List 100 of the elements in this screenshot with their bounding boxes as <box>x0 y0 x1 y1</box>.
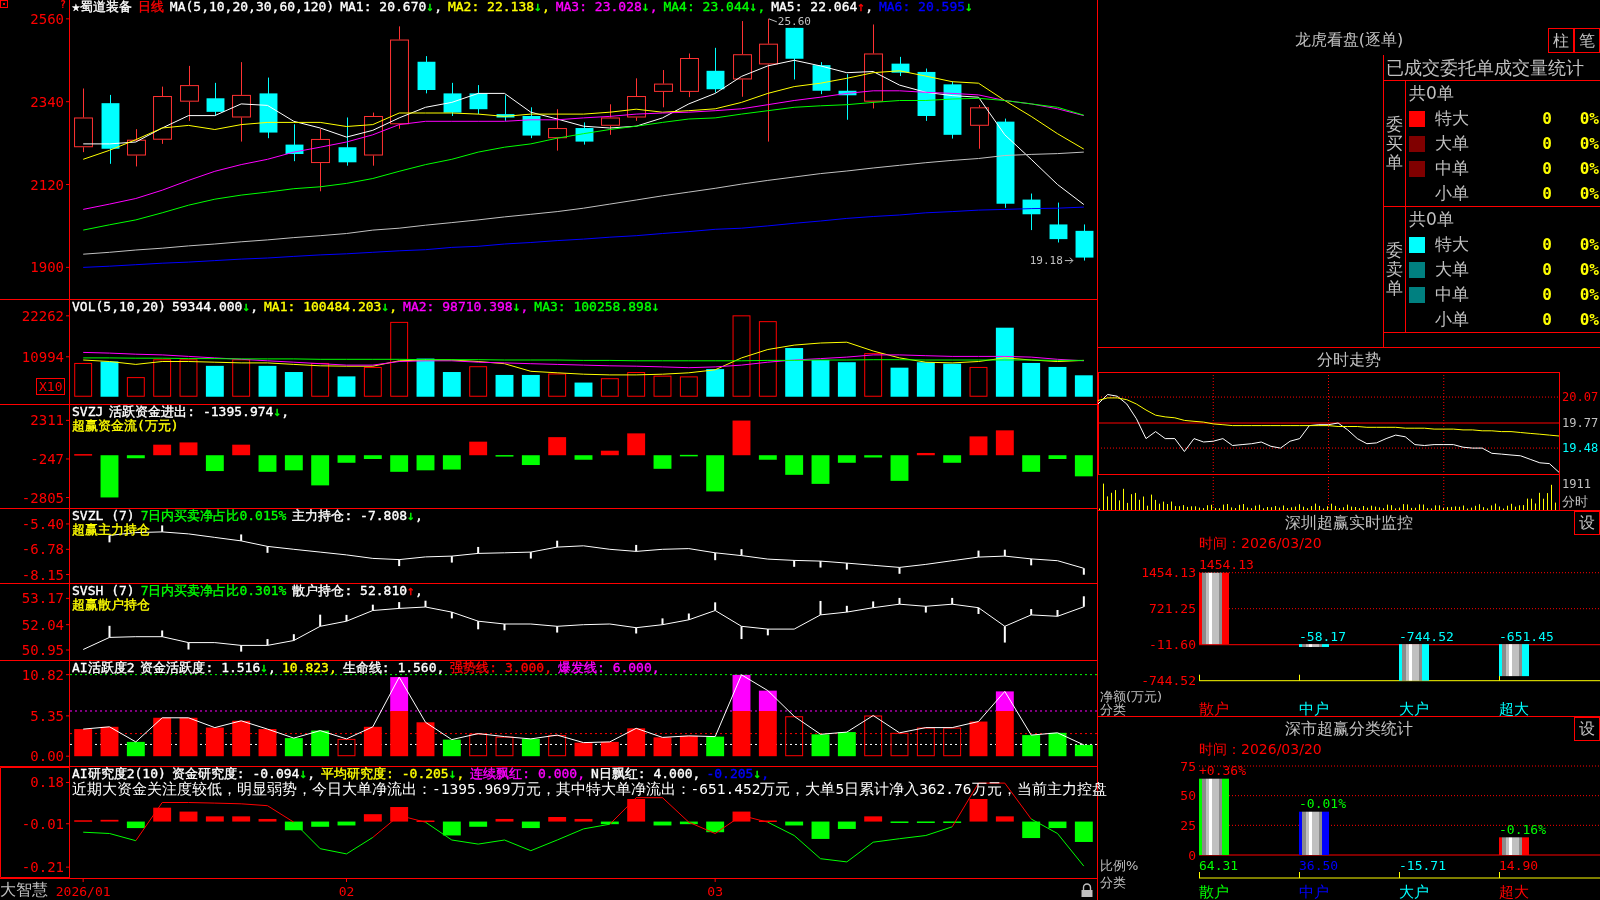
indicator-bar <box>732 811 751 822</box>
indicator-bar <box>785 455 804 475</box>
table-title: 已成交委托单成交量统计 <box>1386 57 1584 78</box>
axis-tick-label: 0.18 <box>30 774 64 791</box>
indicator-bar <box>732 420 751 456</box>
count-value: 0 <box>1542 260 1552 279</box>
indicator-bar <box>521 455 540 466</box>
legend-label: AI活跃度2 <box>72 661 135 675</box>
chart-bar <box>1399 644 1429 681</box>
category-label: 大户 <box>1399 883 1429 900</box>
total-label: 共0单 <box>1409 82 1454 105</box>
error-bar <box>187 642 190 650</box>
indicator-bar <box>363 814 382 822</box>
axis-tick-label: 50 <box>1180 788 1196 804</box>
indicator-bar <box>100 819 119 822</box>
percent-value: 0% <box>1579 235 1599 254</box>
indicator-bar <box>679 821 698 825</box>
indicator-bar <box>126 455 145 459</box>
view-mode-button[interactable]: 柱 <box>1548 28 1574 53</box>
indicator-bar <box>837 455 856 463</box>
indicator-bar <box>442 821 461 836</box>
error-bar <box>398 559 401 567</box>
error-bar <box>924 606 927 613</box>
indicator-bar <box>864 455 883 458</box>
legend-label: -0.205↓, <box>706 767 770 781</box>
axis-title: 净额(万元) <box>1100 688 1163 704</box>
legend-label: 超赢散户持仓 <box>72 598 150 612</box>
indicator-bar <box>548 817 567 822</box>
candlestick <box>627 77 646 122</box>
error-bar <box>845 605 848 613</box>
timestamp-label: 时间：2026/03/20 <box>1199 534 1322 553</box>
candlestick <box>101 94 120 165</box>
axis-tick-label: -8.15 <box>21 566 64 583</box>
percent-value: 0% <box>1579 134 1599 153</box>
error-bar <box>714 602 717 611</box>
indicator-bar <box>1074 821 1093 842</box>
axis-tick-label: -744.52 <box>1141 673 1196 689</box>
indicator-bar <box>600 821 619 825</box>
error-bar <box>292 634 295 641</box>
view-mode-button[interactable]: 笔 <box>1574 28 1600 53</box>
axis-tick-label: -247 <box>30 450 64 467</box>
legend-label: MA2: 22.138↓, <box>447 0 550 14</box>
error-bar <box>1003 549 1006 557</box>
value-label: 1454.13 <box>1199 557 1254 573</box>
count-value: 0 <box>1542 134 1552 153</box>
error-bar <box>529 552 532 559</box>
count-value: 0 <box>1542 285 1552 304</box>
indicator-bar <box>679 454 698 457</box>
indicator-bar <box>390 807 409 822</box>
legend-label: 连续飘红: 0.000, <box>470 767 585 781</box>
candlestick <box>417 55 436 94</box>
error-bar <box>1056 610 1059 617</box>
axis-title: 比例% <box>1100 857 1139 873</box>
axis-tick-label: 20.07 <box>1562 390 1599 405</box>
error-bar <box>556 626 559 633</box>
axis-tick-label: 1454.13 <box>1141 565 1196 581</box>
indicator-bar <box>943 821 962 823</box>
indicator-bar <box>179 811 198 822</box>
legend-label: ★蜀道装备 <box>72 0 132 14</box>
error-bar <box>793 560 796 567</box>
candlestick <box>1075 223 1094 262</box>
axis-title: 分类 <box>1100 702 1126 716</box>
legend-label: MA3: 23.028↓, <box>555 0 658 14</box>
category-label: 中户 <box>1299 883 1329 900</box>
indicator-bar <box>179 442 198 456</box>
indicator-bar <box>232 816 251 822</box>
chart-bar <box>1299 644 1329 647</box>
legend-label: 散户持仓: 52.810↑, <box>292 584 423 598</box>
help-label: ? <box>60 0 67 10</box>
indicator-bar <box>153 444 172 456</box>
error-bar <box>108 535 111 543</box>
indicator-bar <box>416 455 435 471</box>
category-label: 中户 <box>1299 700 1329 716</box>
axis-date-label: 02 <box>338 883 355 899</box>
legend-label: 资金活跃度: 1.516↓, <box>140 661 276 675</box>
candlestick <box>496 94 515 122</box>
indicator-bar <box>627 799 646 822</box>
candlestick <box>338 117 357 167</box>
axis-tick-label: -2805 <box>21 489 64 506</box>
axis-tick-label: -11.60 <box>1149 637 1196 653</box>
indicator-bar <box>1022 821 1041 839</box>
volume-caption: 分时 <box>1562 493 1588 509</box>
candlestick <box>891 56 910 77</box>
legend-label: MA(5,10,20,30,60,120) <box>169 0 335 14</box>
indicator-bar <box>416 820 435 822</box>
candlestick <box>180 65 199 122</box>
indicator-bar <box>337 455 356 463</box>
error-bar <box>714 552 717 561</box>
candlestick <box>706 47 725 94</box>
error-bar <box>898 567 901 574</box>
count-value: 0 <box>1542 109 1552 128</box>
axis-tick-label: 721.25 <box>1149 601 1196 617</box>
error-bar <box>450 612 453 619</box>
group-label: 委卖单 <box>1386 241 1403 298</box>
error-bar <box>477 621 480 630</box>
settings-button[interactable]: 设 <box>1574 717 1600 741</box>
legend-label: 10.823, <box>281 661 337 675</box>
indicator-bar <box>837 821 856 829</box>
settings-button[interactable]: 设 <box>1574 511 1600 535</box>
volume-max-label: 1911 <box>1562 477 1591 491</box>
